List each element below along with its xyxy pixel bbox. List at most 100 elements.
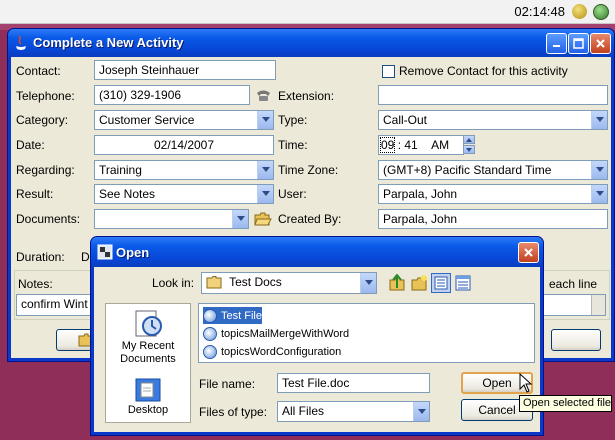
category-dropdown[interactable]: Customer Service xyxy=(94,110,274,130)
chevron-down-icon[interactable] xyxy=(257,111,273,129)
chevron-down-icon[interactable] xyxy=(591,161,607,179)
desktop-icon xyxy=(135,378,161,402)
open-dialog: Open Look in: Test Docs My Recent Docume… xyxy=(90,236,544,436)
chevron-down-icon[interactable] xyxy=(257,185,273,203)
time-ampm[interactable]: AM xyxy=(431,138,449,152)
folder-icon xyxy=(206,276,222,289)
type-label: Type: xyxy=(278,113,308,127)
telephone-label: Telephone: xyxy=(16,89,75,103)
date-label: Date: xyxy=(16,138,45,152)
mouse-cursor-icon xyxy=(519,373,533,393)
window-titlebar[interactable]: Complete a New Activity xyxy=(8,29,614,57)
notes-scrollbar[interactable] xyxy=(591,295,605,315)
place-recent-label: My Recent Documents xyxy=(120,340,176,365)
created-by-label: Created By: xyxy=(278,212,342,226)
time-zone-label: Time Zone: xyxy=(278,163,339,177)
document-icon xyxy=(203,344,217,359)
close-button[interactable] xyxy=(590,33,611,54)
contact-field[interactable]: Joseph Steinhauer xyxy=(94,60,276,80)
notes-option-label: each line xyxy=(549,277,598,291)
recent-documents-icon xyxy=(135,310,162,337)
type-value: Call-Out xyxy=(383,113,428,127)
chevron-down-icon[interactable] xyxy=(591,185,607,203)
tray-app-icon[interactable] xyxy=(572,4,587,19)
dialog-title: Open xyxy=(116,245,150,260)
chevron-down-icon[interactable] xyxy=(413,402,429,421)
file-item-test-file[interactable]: Test File xyxy=(203,307,262,324)
documents-dropdown[interactable] xyxy=(94,209,249,229)
details-view-icon[interactable] xyxy=(455,275,471,291)
created-by-field: Parpala, John xyxy=(378,209,608,229)
remove-contact-checkbox[interactable] xyxy=(382,65,395,78)
user-label: User: xyxy=(278,187,307,201)
spinner-up-icon[interactable] xyxy=(463,135,475,144)
regarding-dropdown[interactable]: Training xyxy=(94,160,274,180)
remove-contact-label: Remove Contact for this activity xyxy=(399,64,568,78)
maximize-button[interactable] xyxy=(568,33,589,54)
close-icon xyxy=(596,39,605,48)
files-of-type-dropdown[interactable]: All Files xyxy=(277,401,430,422)
up-folder-icon[interactable] xyxy=(388,274,406,292)
list-view-icon xyxy=(434,276,448,290)
date-field[interactable]: 02/14/2007 xyxy=(94,135,274,155)
time-zone-value: (GMT+8) Pacific Standard Time xyxy=(383,163,552,177)
dialog-close-button[interactable] xyxy=(518,242,539,263)
contact-label: Contact: xyxy=(16,64,61,78)
result-dropdown[interactable]: See Notes xyxy=(94,184,274,204)
window-title: Complete a New Activity xyxy=(33,35,184,50)
look-in-dropdown[interactable]: Test Docs xyxy=(201,272,377,294)
dialog-body: Look in: Test Docs My Recent Documents D… xyxy=(94,267,540,432)
file-name-field[interactable]: Test File.doc xyxy=(277,373,430,393)
system-tray-bar: 02:14:48 xyxy=(0,0,615,24)
duration-partial: D xyxy=(81,250,90,264)
look-in-value: Test Docs xyxy=(229,275,282,289)
place-desktop[interactable]: Desktop xyxy=(106,376,190,422)
chevron-down-icon[interactable] xyxy=(360,273,376,293)
result-value: See Notes xyxy=(99,187,156,201)
extension-field[interactable] xyxy=(378,85,608,105)
time-zone-dropdown[interactable]: (GMT+8) Pacific Standard Time xyxy=(378,160,608,180)
new-folder-icon[interactable] xyxy=(410,274,428,292)
close-icon xyxy=(524,248,533,257)
clock: 02:14:48 xyxy=(514,4,565,19)
chevron-down-icon[interactable] xyxy=(591,111,607,129)
file-name: Test File xyxy=(221,309,262,322)
java-icon xyxy=(16,35,26,50)
documents-label: Documents: xyxy=(16,212,81,226)
tray-network-icon[interactable] xyxy=(593,4,609,20)
minimize-icon xyxy=(553,45,560,47)
file-name-label: File name: xyxy=(199,377,256,391)
document-icon xyxy=(203,326,217,341)
open-folder-icon[interactable] xyxy=(254,211,272,227)
spinner-down-icon[interactable] xyxy=(463,145,475,154)
dialog-titlebar[interactable]: Open xyxy=(91,237,543,267)
file-item-mail-merge[interactable]: topicsMailMergeWithWord xyxy=(203,325,349,342)
files-of-type-value: All Files xyxy=(282,404,325,418)
chevron-down-icon[interactable] xyxy=(232,210,248,228)
document-icon xyxy=(203,308,217,323)
file-list[interactable]: Test File topicsMailMergeWithWord topics… xyxy=(198,303,535,363)
place-recent-documents[interactable]: My Recent Documents xyxy=(106,308,190,370)
user-value: Parpala, John xyxy=(383,187,458,201)
chevron-down-icon[interactable] xyxy=(257,161,273,179)
time-minute[interactable]: 41 xyxy=(404,138,417,152)
regarding-value: Training xyxy=(99,163,142,177)
user-dropdown[interactable]: Parpala, John xyxy=(378,184,608,204)
action-button[interactable] xyxy=(551,329,601,351)
type-dropdown[interactable]: Call-Out xyxy=(378,110,608,130)
category-label: Category: xyxy=(16,113,69,127)
time-label: Time: xyxy=(278,138,308,152)
time-spinner[interactable] xyxy=(463,135,475,155)
phone-icon[interactable] xyxy=(255,87,272,103)
java-icon xyxy=(97,244,113,260)
minimize-button[interactable] xyxy=(546,33,567,54)
look-in-label: Look in: xyxy=(152,276,195,290)
files-of-type-label: Files of type: xyxy=(199,405,268,419)
file-item-word-config[interactable]: topicsWordConfiguration xyxy=(203,343,341,360)
list-view-button[interactable] xyxy=(431,273,451,293)
result-label: Result: xyxy=(16,187,54,201)
time-hour[interactable]: 09 xyxy=(379,137,396,153)
time-field[interactable]: 09 : 41 AM xyxy=(378,135,464,155)
telephone-field[interactable]: (310) 329-1906 xyxy=(94,85,250,105)
file-name: topicsWordConfiguration xyxy=(221,345,342,358)
